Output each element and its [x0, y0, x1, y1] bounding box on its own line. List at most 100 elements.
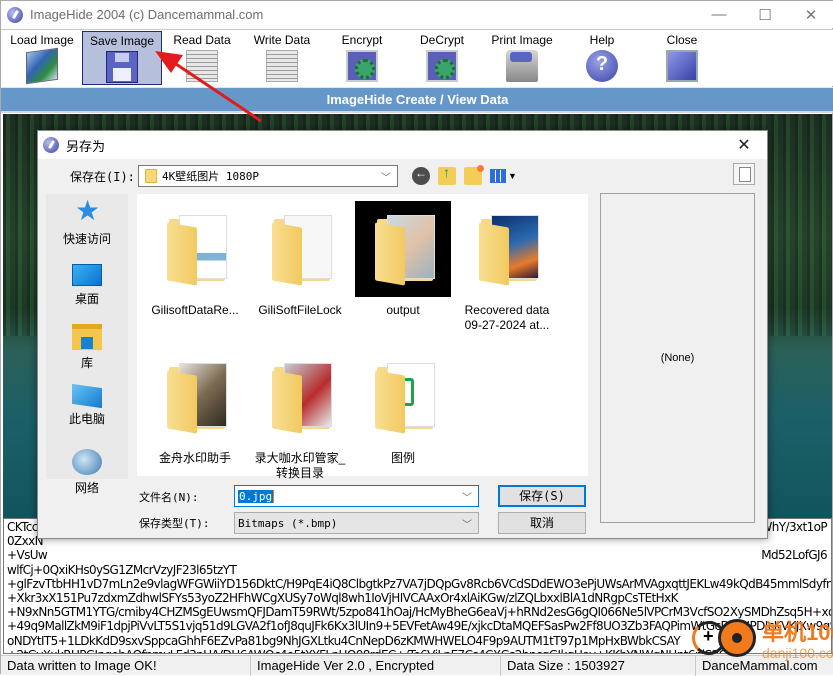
status-version: ImageHide Ver 2.0 , Encrypted: [251, 656, 501, 676]
filetype-label: 保存类型(T):: [139, 517, 210, 530]
file-list: GilisoftDataRe... GiliSoftFileLock outpu…: [137, 194, 687, 480]
save-button[interactable]: 保存(S): [498, 485, 586, 507]
save-image-label: Save Image: [89, 34, 155, 48]
status-message: Data written to Image OK!: [1, 656, 251, 676]
watermark: 单机100网 danji100.com: [688, 611, 833, 671]
quick-access-icon: [72, 194, 102, 227]
desktop-icon: [72, 264, 102, 286]
load-image-button[interactable]: Load Image: [2, 31, 82, 85]
title-bar: ImageHide 2004 (c) Dancemammal.com — ☐ ✕: [1, 1, 833, 28]
folder-icon: [147, 349, 243, 445]
maximize-button[interactable]: ☐: [742, 1, 788, 28]
preview-pane: (None): [600, 193, 755, 523]
filename-label: 文件名(N):: [139, 491, 199, 504]
folder-icon: [459, 201, 555, 297]
data-line: +VsUw Md52LofGJ6: [7, 548, 828, 563]
file-item[interactable]: Recovered data 09-27-2024 at...: [459, 201, 555, 333]
chevron-down-icon[interactable]: ﹀: [462, 489, 472, 504]
app-logo-icon: [7, 6, 23, 23]
save-in-label: 保存在(I):: [70, 170, 135, 184]
this-pc-icon: [72, 383, 102, 409]
binary-document-icon: [186, 50, 218, 82]
close-label: Close: [666, 33, 698, 47]
data-line: +glFzvTtbHH1vD7mLn2e9vlagWFGWiiYD156DktC…: [7, 576, 832, 591]
print-image-button[interactable]: Print Image: [482, 31, 562, 85]
save-in-value: 4K壁纸图片 1080P: [162, 170, 259, 183]
section-banner: ImageHide Create / View Data: [1, 87, 833, 113]
place-libraries[interactable]: 库: [46, 324, 128, 371]
watermark-logo-icon: [718, 619, 756, 657]
filename-input[interactable]: 0.jpg ﹀: [234, 485, 479, 507]
caret-down-icon[interactable]: ▼: [508, 171, 517, 181]
file-item[interactable]: 录大咖水印管家_转换目录: [252, 349, 348, 481]
file-item[interactable]: 图例: [355, 349, 451, 466]
filename-value: 0.jpg: [238, 489, 274, 503]
folder-icon: [145, 169, 157, 183]
chevron-down-icon: ﹀: [381, 173, 391, 184]
encrypt-icon: [346, 50, 378, 82]
file-item[interactable]: 金舟水印助手: [147, 349, 243, 466]
place-this-pc[interactable]: 此电脑: [46, 383, 128, 427]
print-image-label: Print Image: [491, 33, 553, 47]
decrypt-label: DeCrypt: [419, 33, 464, 47]
watermark-text: 单机100网: [762, 620, 833, 645]
data-line: wlfCj+0QxiKHs0ySG1ZMcrVzyJF23l65tzYT: [7, 562, 237, 577]
read-data-label: Read Data: [173, 33, 231, 47]
help-button[interactable]: Help: [562, 31, 642, 85]
close-button[interactable]: Close: [642, 31, 722, 85]
file-item[interactable]: GiliSoftFileLock: [252, 201, 348, 318]
preview-toggle-button[interactable]: [733, 163, 755, 185]
filetype-dropdown[interactable]: Bitmaps (*.bmp) ﹀: [234, 512, 479, 534]
dialog-title-bar: 另存为 ✕: [38, 131, 767, 159]
preview-none-text: (None): [660, 352, 695, 364]
decrypt-button[interactable]: DeCrypt: [402, 31, 482, 85]
help-icon: [586, 50, 618, 82]
folder-icon: [147, 201, 243, 297]
places-bar: 快速访问 桌面 库 此电脑 网络: [46, 194, 128, 495]
data-line: +Xkr3xX151Pu7zdxmZdhwlSFYs53yoZ2HFhWCgXU…: [7, 591, 678, 606]
cancel-button[interactable]: 取消: [498, 512, 586, 534]
view-menu-icon[interactable]: [490, 169, 506, 183]
binary-document-icon: [266, 50, 298, 82]
save-as-dialog: 另存为 ✕ 保存在(I): 4K壁纸图片 1080P ﹀ ▼ 快速访问 桌面: [37, 130, 768, 539]
new-folder-icon[interactable]: [464, 165, 484, 185]
close-window-button[interactable]: ✕: [788, 1, 833, 28]
chevron-down-icon: ﹀: [462, 520, 472, 531]
place-quick-access[interactable]: 快速访问: [46, 194, 128, 247]
dialog-close-button[interactable]: ✕: [721, 131, 767, 159]
place-network[interactable]: 网络: [46, 449, 128, 496]
minimize-button[interactable]: —: [696, 1, 742, 28]
decrypt-icon: [426, 50, 458, 82]
save-image-button[interactable]: Save Image: [82, 31, 162, 85]
folder-icon: [252, 349, 348, 445]
printer-icon: [506, 50, 538, 82]
encrypt-button[interactable]: Encrypt: [322, 31, 402, 85]
network-icon: [72, 449, 102, 475]
save-in-dropdown[interactable]: 4K壁纸图片 1080P ﹀: [138, 165, 398, 187]
read-data-button[interactable]: Read Data: [162, 31, 242, 85]
status-data-size: Data Size : 1503927: [501, 656, 696, 676]
write-data-label: Write Data: [253, 33, 311, 47]
help-label: Help: [589, 33, 615, 47]
place-desktop[interactable]: 桌面: [46, 264, 128, 307]
app-logo-icon: [43, 137, 59, 153]
back-icon[interactable]: [412, 166, 430, 185]
folder-icon: [252, 201, 348, 297]
file-item[interactable]: GilisoftDataRe...: [147, 201, 243, 318]
watermark-subtext: danji100.com: [762, 645, 833, 661]
app-window: ImageHide 2004 (c) Dancemammal.com — ☐ ✕…: [0, 0, 833, 676]
write-data-button[interactable]: Write Data: [242, 31, 322, 85]
libraries-icon: [72, 324, 102, 350]
floppy-disk-icon: [106, 51, 138, 83]
up-folder-icon[interactable]: [438, 164, 456, 185]
toolbar: Load Image Save Image Read Data Write Da…: [1, 29, 833, 86]
load-image-icon: [26, 47, 58, 85]
monitor-icon: [666, 50, 698, 82]
window-title: ImageHide 2004 (c) Dancemammal.com: [30, 7, 264, 22]
encrypt-label: Encrypt: [341, 33, 383, 47]
file-item[interactable]: output: [355, 201, 451, 318]
filetype-value: Bitmaps (*.bmp): [238, 516, 338, 530]
folder-icon: [355, 349, 451, 445]
folder-icon: [355, 201, 451, 297]
load-image-label: Load Image: [10, 33, 74, 47]
